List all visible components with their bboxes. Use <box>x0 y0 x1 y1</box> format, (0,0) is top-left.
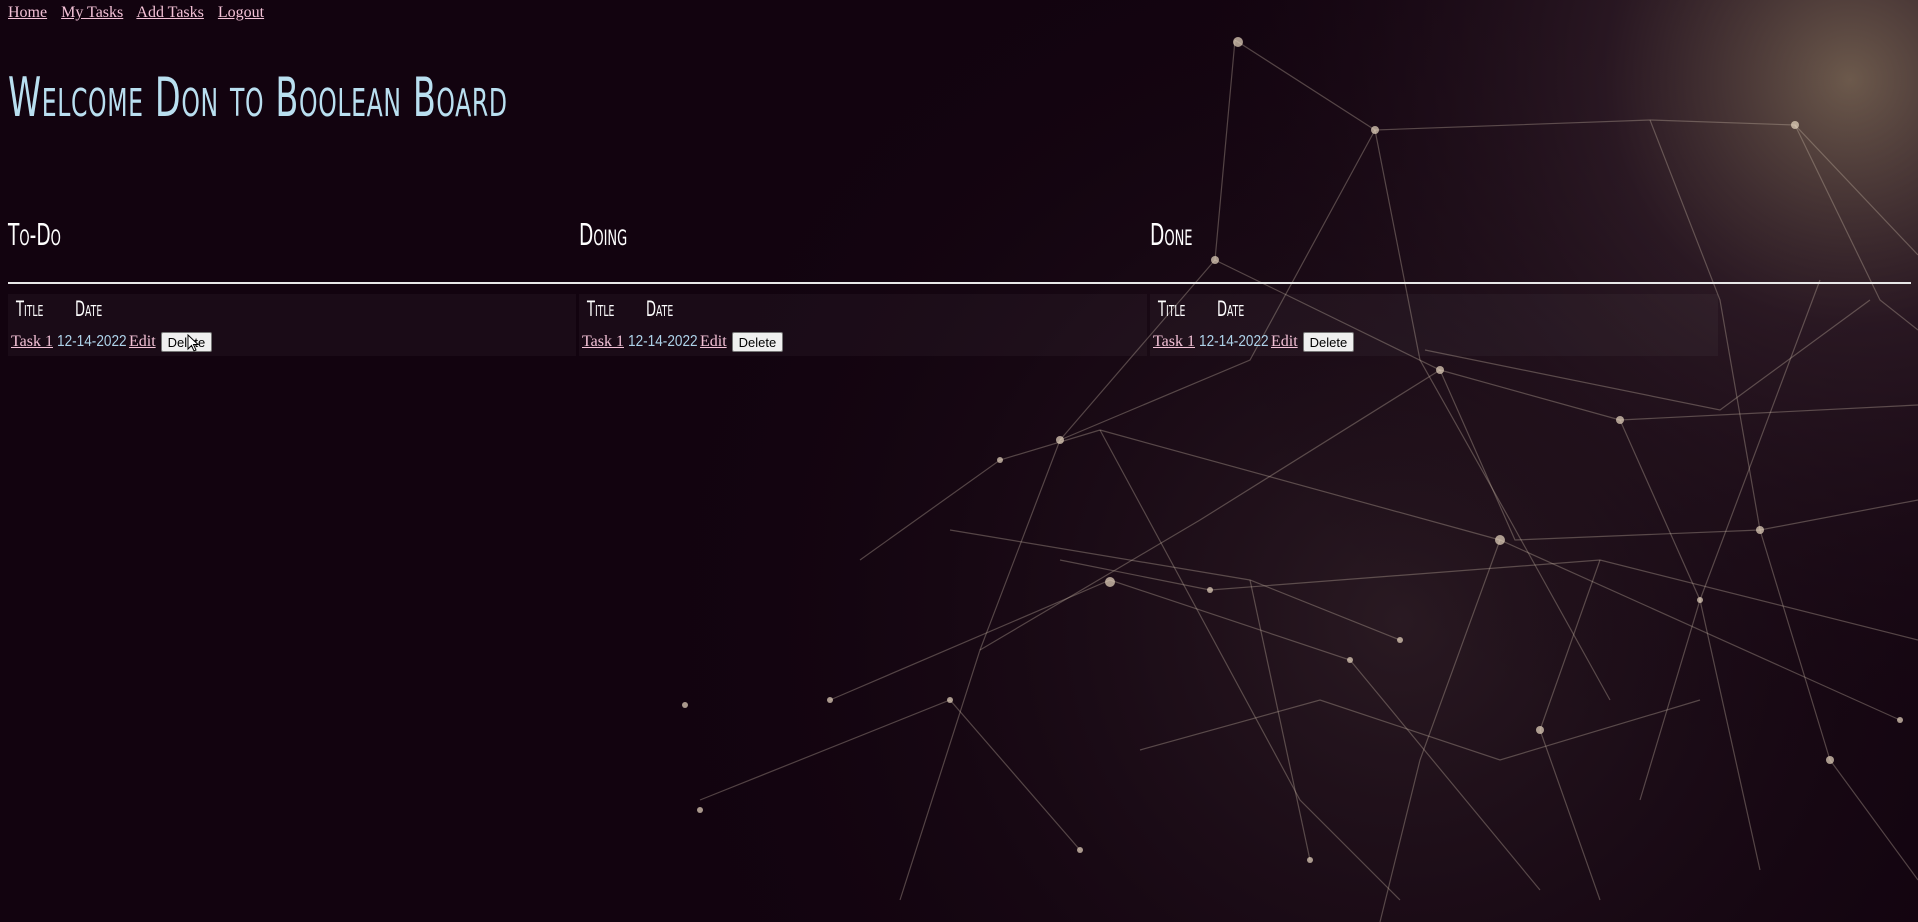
column-title-doing: Doing <box>579 218 628 253</box>
table-header-title: Title <box>16 297 44 321</box>
table-header-title: Title <box>1158 297 1186 321</box>
edit-link[interactable]: Edit <box>700 333 727 351</box>
nav-link-add-tasks[interactable]: Add Tasks <box>136 4 203 21</box>
delete-button[interactable]: Delete <box>1302 332 1355 352</box>
column-title-done: Done <box>1150 218 1193 253</box>
task-title-link[interactable]: Task 1 <box>1153 333 1195 351</box>
section-divider <box>8 282 1911 284</box>
task-date: 12-14-2022 <box>627 333 698 350</box>
task-table-doing: Title Date Task 1 12-14-2022 Edit Delete <box>579 294 1147 356</box>
nav-link-home[interactable]: Home <box>8 4 47 21</box>
table-row: Task 1 12-14-2022 Edit Delete <box>1153 332 1355 352</box>
table-row: Task 1 12-14-2022 Edit Delete <box>11 332 213 352</box>
table-header-date: Date <box>1217 297 1245 321</box>
task-table-todo: Title Date Task 1 12-14-2022 Edit Delete <box>8 294 576 356</box>
table-row: Task 1 12-14-2022 Edit Delete <box>582 332 784 352</box>
table-header-title: Title <box>587 297 615 321</box>
nav-link-logout[interactable]: Logout <box>218 4 264 21</box>
top-nav: Home My Tasks Add Tasks Logout <box>8 4 274 22</box>
task-date: 12-14-2022 <box>1198 333 1269 350</box>
task-title-link[interactable]: Task 1 <box>582 333 624 351</box>
task-table-done: Title Date Task 1 12-14-2022 Edit Delete <box>1150 294 1718 356</box>
welcome-heading: Welcome Don to Boolean Board <box>8 66 508 129</box>
edit-link[interactable]: Edit <box>129 333 156 351</box>
background-network-image <box>0 0 1918 922</box>
task-title-link[interactable]: Task 1 <box>11 333 53 351</box>
table-header-date: Date <box>75 297 103 321</box>
edit-link[interactable]: Edit <box>1271 333 1298 351</box>
delete-button[interactable]: Delete <box>731 332 784 352</box>
task-date: 12-14-2022 <box>56 333 127 350</box>
delete-button[interactable]: Delete <box>160 332 213 352</box>
nav-link-my-tasks[interactable]: My Tasks <box>61 4 123 21</box>
column-title-todo: To-Do <box>8 218 61 253</box>
table-header-date: Date <box>646 297 674 321</box>
